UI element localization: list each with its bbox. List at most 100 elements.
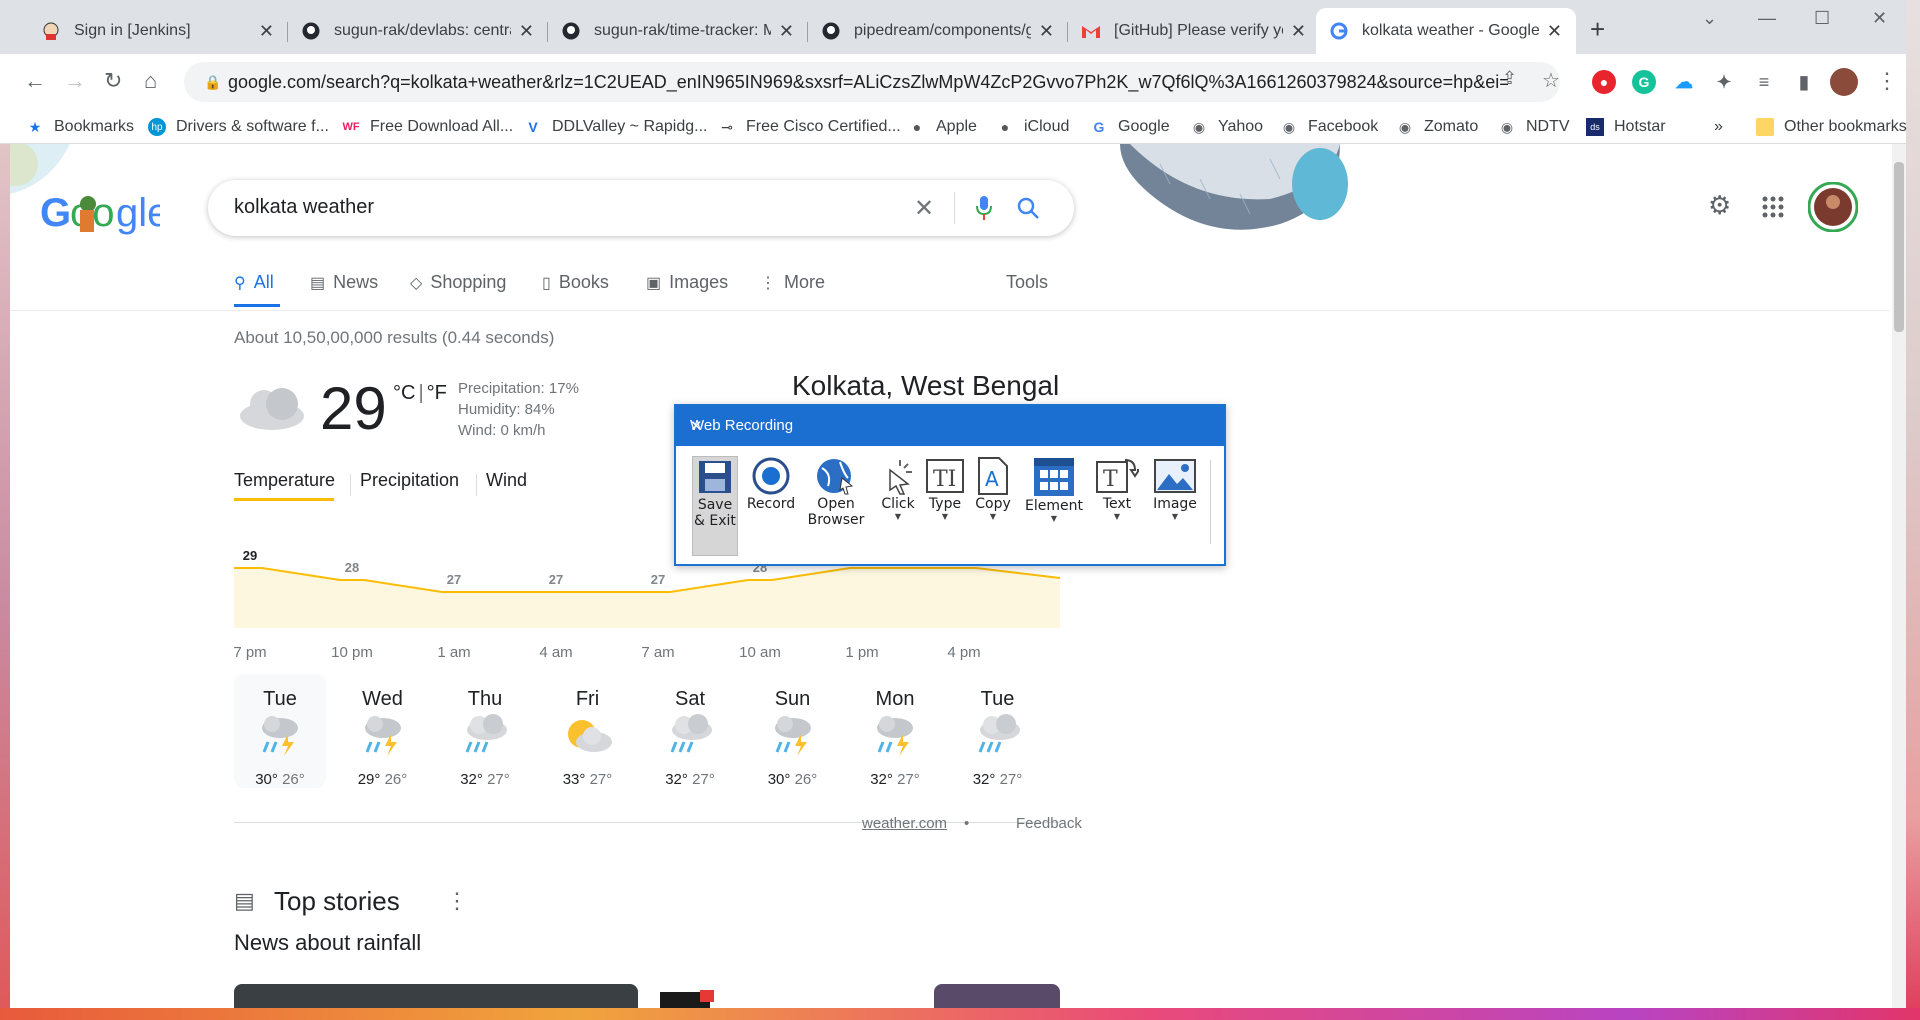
account-avatar[interactable] <box>1808 182 1858 232</box>
browser-tab[interactable]: [GitHub] Please verify your ✕ <box>1068 8 1320 54</box>
extensions-puzzle-icon[interactable]: ✦ <box>1712 70 1736 94</box>
bookmark-item[interactable]: ◉ Zomato <box>1396 114 1478 140</box>
new-tab-icon[interactable]: + <box>1590 14 1605 45</box>
chevron-down-icon[interactable]: ▼ <box>1024 514 1084 523</box>
tab-search-icon[interactable]: ⌄ <box>1702 8 1717 29</box>
tab-books[interactable]: ▯ Books <box>542 272 609 293</box>
feedback-link[interactable]: Feedback <box>1016 815 1082 832</box>
tab-shopping[interactable]: ◇ Shopping <box>410 272 506 293</box>
unit-toggle[interactable]: °C | °F <box>393 382 447 405</box>
weather-source-link[interactable]: weather.com <box>862 815 947 832</box>
browser-tab[interactable]: pipedream/components/g ✕ <box>808 8 1068 54</box>
element-button[interactable]: Element ▼ <box>1024 456 1084 556</box>
bookmark-item[interactable]: WF Free Download All... <box>342 114 513 140</box>
close-icon[interactable]: ✕ <box>690 417 1210 435</box>
forecast-day[interactable]: Tue 32° 27° <box>952 674 1044 788</box>
celsius-unit[interactable]: °C <box>393 382 415 404</box>
bookmark-item[interactable]: hp Drivers & software f... <box>148 114 329 140</box>
share-icon[interactable]: ⇪ <box>1502 68 1517 89</box>
settings-gear-icon[interactable]: ⚙ <box>1708 190 1731 221</box>
reload-icon[interactable]: ↻ <box>104 68 122 94</box>
tab-precipitation[interactable]: Precipitation <box>360 470 459 491</box>
close-icon[interactable]: ✕ <box>1039 21 1054 42</box>
bookmark-item[interactable]: ◉ NDTV <box>1498 114 1570 140</box>
chevron-down-icon[interactable]: ▼ <box>972 512 1014 521</box>
close-icon[interactable]: ✕ <box>259 21 274 42</box>
extension-adblock-icon[interactable]: ● <box>1592 70 1616 94</box>
bookmark-item[interactable]: ds Hotstar <box>1586 114 1666 140</box>
chevron-down-icon[interactable]: ▼ <box>1148 512 1202 521</box>
google-doodle-logo[interactable]: G oo gle <box>40 188 160 238</box>
forecast-day[interactable]: Sun 30° 26° <box>747 674 839 788</box>
browser-tab[interactable]: sugun-rak/devlabs: central ✕ <box>288 8 548 54</box>
profile-avatar[interactable] <box>1830 68 1858 96</box>
search-icon[interactable] <box>1016 196 1040 220</box>
fahrenheit-unit[interactable]: °F <box>427 382 447 404</box>
forecast-day[interactable]: Mon 32° 27° <box>849 674 941 788</box>
media-control-icon[interactable]: ≡ <box>1752 70 1776 94</box>
apps-grid-icon[interactable] <box>1762 196 1784 218</box>
click-button[interactable]: Click ▼ <box>876 456 920 556</box>
minimize-icon[interactable]: — <box>1758 8 1776 29</box>
close-icon[interactable]: ✕ <box>779 21 794 42</box>
browser-tab[interactable]: Sign in [Jenkins] ✕ <box>28 8 288 54</box>
other-bookmarks[interactable]: Other bookmarks <box>1756 114 1907 140</box>
bookmark-item[interactable]: ● Apple <box>908 114 977 140</box>
image-button[interactable]: Image ▼ <box>1148 456 1202 556</box>
bookmark-item[interactable]: ★ Bookmarks <box>26 114 134 140</box>
forecast-day[interactable]: Thu 32° 27° <box>439 674 531 788</box>
tab-more[interactable]: ⋮ More <box>760 272 825 293</box>
address-url[interactable]: google.com/search?q=kolkata+weather&rlz=… <box>228 72 1508 93</box>
kebab-icon[interactable]: ⋮ <box>446 888 468 914</box>
tools-button[interactable]: Tools <box>1006 272 1048 293</box>
extension-grammarly-icon[interactable]: G <box>1632 70 1656 94</box>
bookmark-item[interactable]: ◉ Facebook <box>1280 114 1378 140</box>
home-icon[interactable]: ⌂ <box>144 68 157 94</box>
story-thumbnail[interactable] <box>234 984 638 1008</box>
bookmark-item[interactable]: ◉ Yahoo <box>1190 114 1263 140</box>
chevron-down-icon[interactable]: ▼ <box>1094 512 1140 521</box>
tab-news[interactable]: ▤ News <box>310 272 378 293</box>
browser-tab[interactable]: sugun-rak/time-tracker: M ✕ <box>548 8 808 54</box>
tab-all[interactable]: ⚲ All <box>234 272 274 293</box>
side-panel-icon[interactable]: ▮ <box>1792 70 1816 94</box>
lock-icon[interactable]: 🔒 <box>198 74 228 91</box>
bookmark-item[interactable]: V DDLValley ~ Rapidg... <box>524 114 707 140</box>
menu-kebab-icon[interactable]: ⋮ <box>1876 68 1898 94</box>
address-bar[interactable]: 🔒 google.com/search?q=kolkata+weather&rl… <box>184 62 1560 102</box>
bookmarks-overflow[interactable]: » <box>1714 114 1723 140</box>
type-button[interactable]: TI Type ▼ <box>924 456 966 556</box>
bookmark-item[interactable]: G Google <box>1090 114 1170 140</box>
dialog-titlebar[interactable]: Web Recording ✕ <box>676 406 1224 446</box>
save-exit-button[interactable]: Save & Exit <box>692 456 738 556</box>
clear-icon[interactable]: ✕ <box>914 194 934 223</box>
bookmark-item[interactable]: ⊸ Free Cisco Certified... <box>718 114 901 140</box>
tab-temperature[interactable]: Temperature <box>234 470 335 491</box>
close-icon[interactable]: ✕ <box>1291 21 1306 42</box>
search-input[interactable]: kolkata weather <box>234 196 374 219</box>
close-icon[interactable]: ✕ <box>519 21 534 42</box>
chevron-down-icon[interactable]: ▼ <box>876 512 920 521</box>
copy-button[interactable]: A Copy ▼ <box>972 456 1014 556</box>
story-thumbnail[interactable] <box>934 984 1060 1008</box>
close-icon[interactable]: ✕ <box>1547 21 1562 42</box>
tab-wind[interactable]: Wind <box>486 470 527 491</box>
forecast-day[interactable]: Sat 32° 27° <box>644 674 736 788</box>
browser-tab-active[interactable]: kolkata weather - Google S ✕ <box>1316 8 1576 54</box>
search-box[interactable]: kolkata weather ✕ <box>208 180 1074 236</box>
maximize-icon[interactable]: ☐ <box>1814 8 1830 29</box>
bookmark-star-icon[interactable]: ☆ <box>1542 68 1560 93</box>
record-button[interactable]: Record <box>744 456 798 556</box>
scrollbar-thumb[interactable] <box>1894 162 1904 332</box>
text-button[interactable]: T Text ▼ <box>1094 456 1140 556</box>
forecast-day[interactable]: Wed 29° 26° <box>337 674 429 788</box>
forward-icon[interactable]: → <box>64 68 86 94</box>
microphone-icon[interactable] <box>974 194 994 222</box>
forecast-day[interactable]: Tue 30° 26° <box>234 674 326 788</box>
extension-cloud-icon[interactable]: ☁ <box>1672 70 1696 94</box>
bookmark-item[interactable]: ● iCloud <box>996 114 1070 140</box>
open-browser-button[interactable]: Open Browser <box>806 456 866 556</box>
back-icon[interactable]: ← <box>24 68 46 94</box>
forecast-day[interactable]: Fri 33° 27° <box>542 674 634 788</box>
tab-images[interactable]: ▣ Images <box>646 272 728 293</box>
